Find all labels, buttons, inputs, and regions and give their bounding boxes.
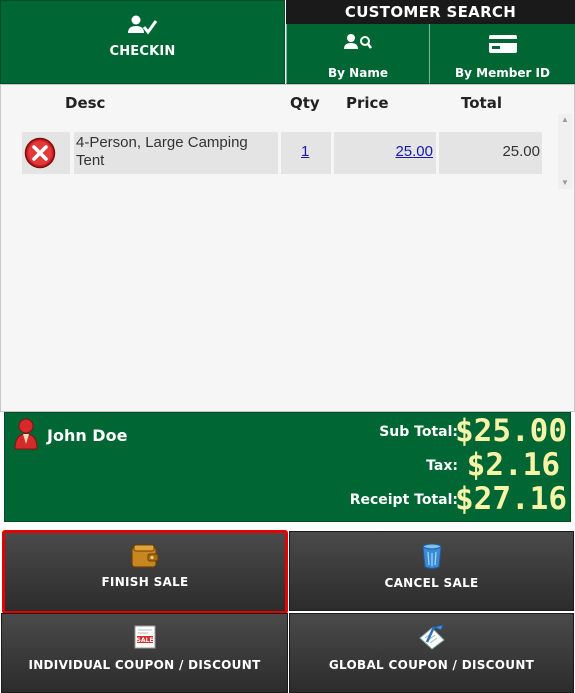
global-coupon-label: GLOBAL COUPON / DISCOUNT	[328, 658, 535, 672]
item-total: 25.00	[502, 143, 540, 160]
tax-label: Tax:	[426, 458, 458, 474]
cancel-sale-button[interactable]: CANCEL SALE	[289, 531, 574, 611]
totals-panel: John Doe Sub Total: $25.00 Tax: $2.16 Re…	[4, 412, 571, 522]
customer-search-title: CUSTOMER SEARCH	[286, 0, 575, 24]
user-check-icon	[128, 15, 158, 35]
table-row: 4-Person, Large Camping Tent 1 25.00 25.…	[20, 132, 542, 174]
by-member-id-label: By Member ID	[455, 66, 550, 80]
search-by-name-button[interactable]: By Name	[286, 24, 429, 84]
scroll-down-icon[interactable]: ▼	[558, 177, 572, 189]
finish-sale-button[interactable]: FINISH SALE	[2, 530, 288, 614]
cancel-sale-label: CANCEL SALE	[384, 576, 479, 590]
global-coupon-button[interactable]: GLOBAL COUPON / DISCOUNT	[289, 613, 574, 693]
column-header-price: Price	[346, 94, 389, 112]
column-header-qty: Qty	[290, 94, 320, 112]
tax-value: $2.16	[466, 447, 560, 483]
wallet-icon	[131, 544, 159, 568]
sub-total-value: $25.00	[455, 413, 567, 449]
individual-coupon-button[interactable]: SALE INDIVIDUAL COUPON / DISCOUNT	[1, 613, 288, 693]
member-card-icon	[488, 35, 517, 53]
header: CHECKIN CUSTOMER SEARCH By Name By Membe…	[0, 0, 575, 84]
sub-total-label: Sub Total:	[379, 424, 458, 440]
receipt-total-label: Receipt Total:	[349, 492, 458, 508]
item-qty-link[interactable]: 1	[301, 143, 309, 160]
receipt-total-value: $27.16	[455, 481, 567, 517]
remove-item-icon[interactable]	[24, 137, 56, 169]
finish-sale-label: FINISH SALE	[101, 575, 189, 589]
column-header-desc: Desc	[65, 94, 106, 112]
delete-cell	[22, 132, 70, 174]
item-description: 4-Person, Large Camping Tent	[76, 134, 248, 169]
column-header-total: Total	[461, 94, 502, 112]
svg-text:SALE: SALE	[136, 637, 153, 644]
table-scrollbar[interactable]: ▲ ▼	[558, 114, 572, 189]
by-name-label: By Name	[328, 66, 388, 80]
receipt-items-table: Desc Qty Price Total 4-Person, Large Cam…	[0, 84, 575, 412]
price-cell: 25.00	[334, 132, 436, 174]
user-search-icon	[344, 34, 372, 49]
sub-total-line: Sub Total: $25.00	[3, 413, 570, 450]
tax-line: Tax: $2.16	[3, 447, 570, 484]
search-by-member-id-button[interactable]: By Member ID	[429, 24, 575, 84]
sale-tag-icon: SALE	[134, 625, 155, 649]
notepad-pen-icon	[418, 624, 445, 650]
item-price-link[interactable]: 25.00	[395, 143, 433, 160]
receipt-total-line: Receipt Total: $27.16	[3, 481, 570, 518]
qty-cell: 1	[281, 132, 331, 174]
total-cell: 25.00	[439, 132, 542, 174]
trash-can-icon	[421, 543, 442, 569]
checkin-button[interactable]: CHECKIN	[0, 0, 285, 84]
individual-coupon-label: INDIVIDUAL COUPON / DISCOUNT	[28, 658, 261, 672]
scroll-up-icon[interactable]: ▲	[558, 114, 572, 126]
checkin-label: CHECKIN	[109, 44, 176, 59]
desc-cell: 4-Person, Large Camping Tent	[74, 132, 278, 174]
